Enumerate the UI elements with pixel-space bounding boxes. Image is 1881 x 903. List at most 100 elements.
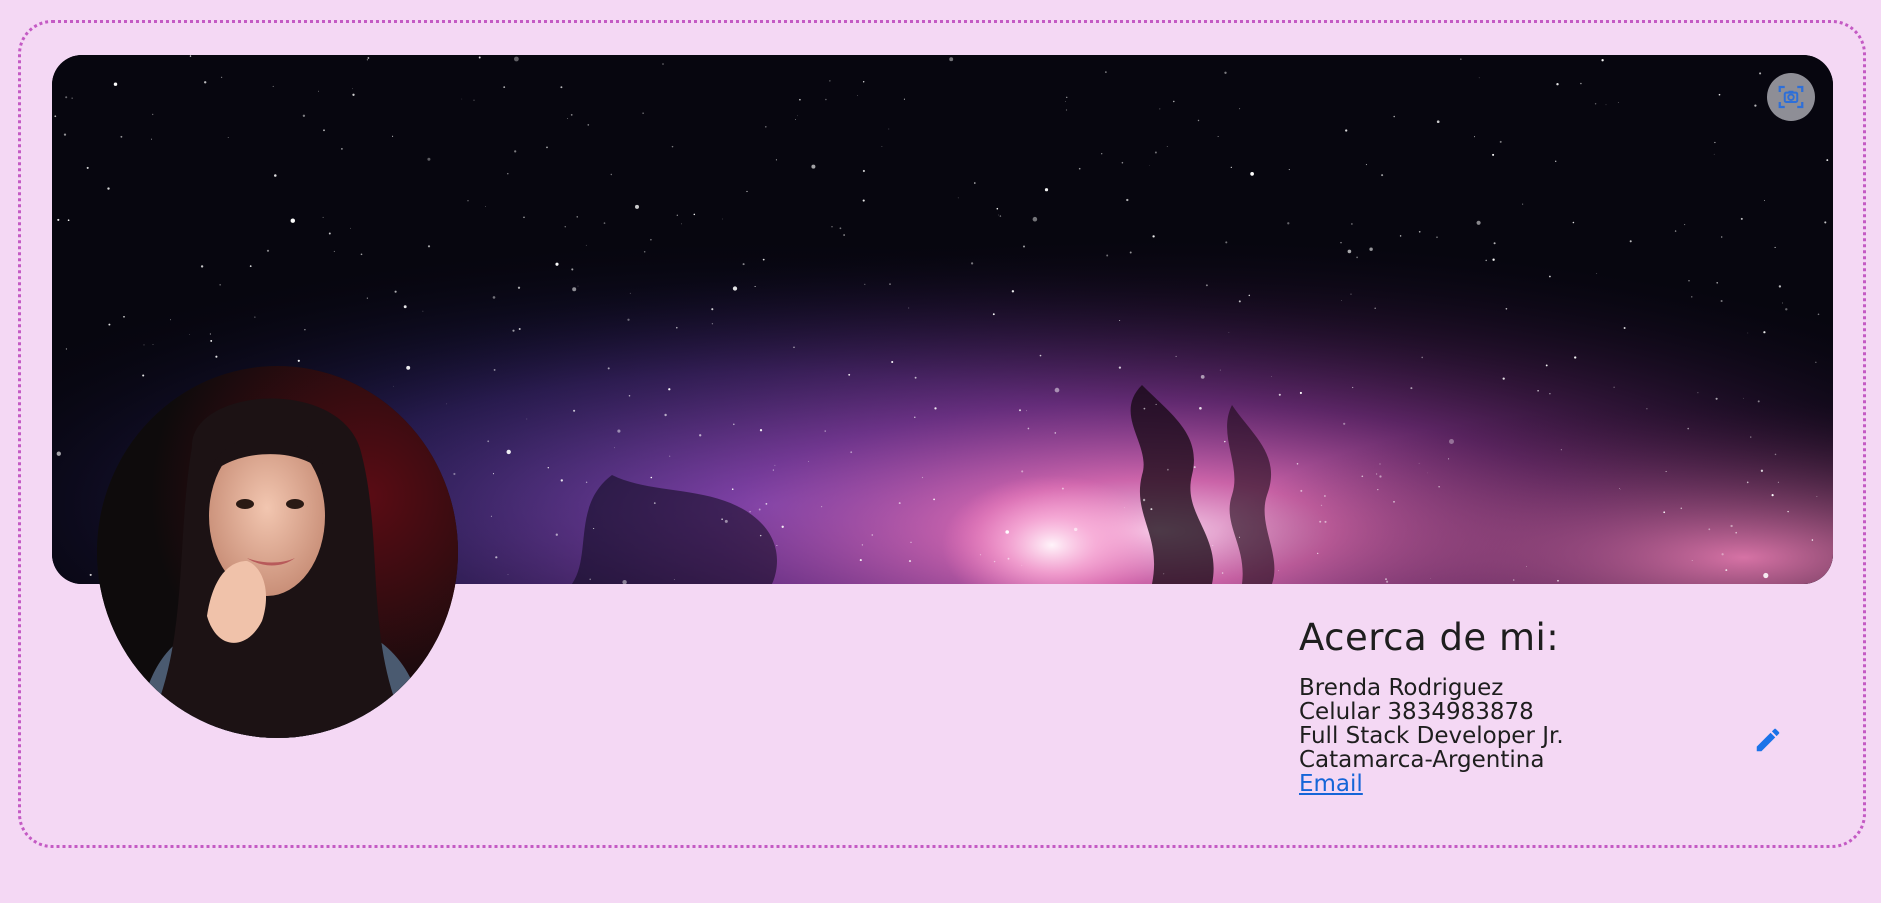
- star: [507, 172, 509, 175]
- star: [1816, 496, 1818, 497]
- edit-profile-button[interactable]: [1753, 725, 1783, 755]
- star: [1065, 109, 1068, 111]
- star: [1375, 473, 1378, 475]
- star: [577, 285, 579, 287]
- star: [1572, 221, 1575, 224]
- star: [56, 451, 61, 456]
- star: [555, 262, 559, 266]
- star: [1217, 135, 1219, 137]
- star: [1324, 520, 1327, 523]
- star: [189, 55, 192, 57]
- star: [642, 112, 644, 114]
- star: [921, 476, 924, 479]
- star: [1485, 259, 1487, 262]
- star: [461, 98, 463, 100]
- star: [1430, 578, 1431, 579]
- star: [249, 265, 252, 267]
- star: [585, 244, 587, 246]
- star: [933, 498, 935, 501]
- profile-role: Full Stack Developer Jr.: [1299, 723, 1564, 749]
- star: [1296, 463, 1299, 465]
- star: [1230, 166, 1232, 168]
- star: [1105, 71, 1107, 73]
- star: [1747, 332, 1749, 334]
- star: [1124, 507, 1125, 509]
- star: [1343, 422, 1346, 425]
- star: [775, 159, 777, 161]
- star: [1065, 100, 1066, 102]
- star: [63, 133, 67, 136]
- star: [1129, 251, 1132, 254]
- star: [266, 249, 270, 252]
- star: [1200, 375, 1205, 379]
- star: [571, 268, 574, 271]
- change-banner-button[interactable]: [1767, 73, 1815, 121]
- star: [664, 413, 667, 417]
- star: [857, 95, 858, 97]
- star: [781, 525, 784, 528]
- star: [1526, 566, 1527, 567]
- star: [1499, 140, 1502, 143]
- star: [1777, 481, 1779, 483]
- star: [722, 218, 723, 220]
- star: [863, 81, 865, 83]
- star: [650, 238, 652, 241]
- star: [1824, 221, 1827, 224]
- star: [1299, 391, 1302, 395]
- star: [795, 119, 796, 120]
- star: [1221, 572, 1224, 574]
- star: [467, 200, 469, 202]
- star: [1715, 397, 1718, 400]
- star: [996, 207, 999, 210]
- star: [1697, 392, 1699, 394]
- star: [1448, 458, 1450, 460]
- star: [1385, 578, 1387, 580]
- star: [200, 265, 204, 268]
- star: [576, 216, 578, 218]
- star: [57, 218, 60, 221]
- star: [1352, 386, 1354, 389]
- star: [1288, 169, 1290, 171]
- star: [1007, 557, 1010, 560]
- star: [352, 93, 355, 96]
- star: [671, 145, 674, 148]
- star: [152, 113, 154, 116]
- star: [1022, 245, 1026, 248]
- star: [1073, 527, 1078, 532]
- star: [189, 334, 190, 335]
- star: [1436, 120, 1440, 124]
- star: [1224, 71, 1227, 74]
- star: [555, 533, 558, 536]
- star: [825, 98, 827, 101]
- star: [367, 57, 370, 59]
- star: [1557, 579, 1559, 582]
- star: [888, 128, 890, 130]
- star: [957, 197, 959, 199]
- star: [1750, 436, 1752, 438]
- star: [731, 488, 734, 490]
- star: [1763, 331, 1766, 334]
- star: [1271, 376, 1272, 377]
- star: [607, 367, 610, 370]
- star: [427, 157, 431, 161]
- star: [662, 63, 664, 65]
- star: [993, 560, 996, 563]
- star: [1505, 307, 1508, 310]
- star: [1725, 569, 1728, 572]
- email-link[interactable]: Email: [1299, 771, 1363, 797]
- star: [1478, 77, 1480, 79]
- star: [1219, 369, 1221, 371]
- star: [593, 528, 595, 529]
- star: [297, 359, 300, 362]
- star: [1774, 453, 1777, 456]
- star: [1369, 247, 1373, 251]
- star: [821, 506, 823, 508]
- star: [776, 545, 778, 546]
- star: [1743, 397, 1744, 399]
- star: [422, 310, 424, 312]
- star: [749, 511, 751, 513]
- star: [446, 403, 448, 405]
- star: [617, 429, 621, 433]
- star: [970, 262, 974, 265]
- star: [1646, 408, 1648, 410]
